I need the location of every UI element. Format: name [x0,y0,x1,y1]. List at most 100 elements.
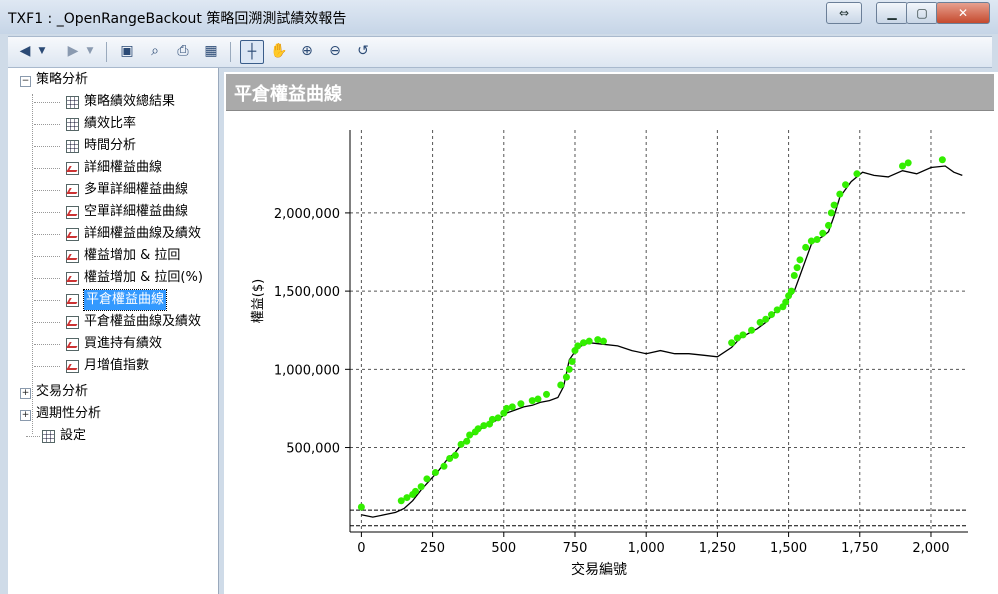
data-point [517,400,525,408]
data-point [585,337,593,345]
data-point [819,229,827,237]
data-point [357,503,365,511]
collapse-icon[interactable]: − [20,76,31,87]
line-chart-icon [66,272,79,285]
equity-line [361,165,963,518]
data-point [451,451,459,459]
maximize-button[interactable]: ▢ [906,2,938,24]
line-chart-icon [66,206,79,219]
line-chart-icon [66,184,79,197]
forward-icon[interactable]: ▶ [62,40,84,62]
line-chart-icon [66,338,79,351]
minimize-button[interactable]: ▁ [876,2,908,24]
grid-icon [66,96,79,109]
back-icon[interactable]: ◀ [14,40,36,62]
data-point [565,365,573,373]
equity-chart[interactable]: 0 250 500 750 1,000 1,250 1,500 1,750 2,000 500,0… [224,72,998,594]
data-point [938,156,946,164]
tree-item[interactable]: 平倉權益曲線 [82,289,168,311]
data-point [782,298,790,306]
data-point [534,395,542,403]
reset-icon[interactable]: ↺ [352,40,374,62]
zoom-out-icon[interactable]: ⊖ [324,40,346,62]
tree-item[interactable]: 多單詳細權益曲線 [84,180,188,200]
tree-root-periodic-analysis[interactable]: 週期性分析 [36,404,101,424]
line-chart-icon [66,228,79,241]
tree-item[interactable]: 時間分析 [84,136,136,156]
tree-item[interactable]: 績效比率 [84,114,136,134]
data-point [440,462,448,470]
data-point [557,381,565,389]
data-point [599,337,607,345]
x-tick-label: 1,250 [699,541,736,556]
data-point [494,414,502,422]
hand-icon[interactable]: ✋ [268,40,290,62]
x-tick-label: 1,750 [841,541,878,556]
restore-arrows-icon[interactable]: ⇔ [826,2,862,24]
data-point [431,469,439,477]
data-point [767,311,775,319]
tree-item[interactable]: 策略績效總結果 [84,92,175,112]
tree-root-settings[interactable]: 設定 [60,426,86,446]
report-window: TXF1 : _OpenRangeBackout 策略回溯測試績效報告 ⇔ ▁ … [0,0,998,594]
window-title: TXF1 : _OpenRangeBackout 策略回溯測試績效報告 [8,11,347,27]
tree-item[interactable]: 權益增加 & 拉回(%) [84,268,203,288]
line-chart-icon [66,294,79,307]
data-point [853,170,861,178]
back-dropdown-icon[interactable]: ▼ [36,40,48,62]
tree-item[interactable]: 權益增加 & 拉回 [84,246,180,266]
line-chart-icon [66,360,79,373]
y-tick-label: 1,500,000 [274,285,340,300]
x-tick-label: 500 [491,541,516,556]
grid-icon [42,430,55,443]
x-tick-label: 2,000 [912,541,949,556]
y-tick-label: 2,000,000 [274,207,340,222]
line-chart-icon [66,316,79,329]
y-axis-label: 權益($) [251,279,266,323]
expand-icon[interactable]: + [20,388,31,399]
tree-item[interactable]: 詳細權益曲線 [84,158,162,178]
tree-item[interactable]: 月增值指數 [84,356,149,376]
data-point [762,315,770,323]
data-point [842,181,850,189]
data-point [508,403,516,411]
zoom-in-icon[interactable]: ⊕ [296,40,318,62]
data-point [463,437,471,445]
crosshair-icon[interactable]: ┼ [240,40,264,64]
x-tick-label: 1,000 [628,541,665,556]
navigation-tree: − 策略分析 策略績效總結果 績效比率 時間分析 詳細權益曲線 多單詳細權益曲線 空單詳細… [8,68,219,594]
data-point [739,331,747,339]
data-point [904,159,912,167]
y-tick-label: 500,000 [286,442,340,457]
forward-dropdown-icon[interactable]: ▼ [84,40,96,62]
data-point [824,221,832,229]
x-tick-label: 750 [563,541,588,556]
tree-item[interactable]: 空單詳細權益曲線 [84,202,188,222]
data-point [830,201,838,209]
line-chart-icon [66,250,79,263]
tree-item[interactable]: 詳細權益曲線及績效 [84,224,201,244]
data-point [793,264,801,272]
close-button[interactable]: ✕ [936,2,990,24]
save-icon[interactable]: ▣ [116,40,138,62]
grid-icon [66,140,79,153]
data-point [543,390,551,398]
preview-icon[interactable]: ⌕ [144,40,166,62]
data-point [790,271,798,279]
print-icon[interactable]: ⎙ [172,40,194,62]
line-chart-icon [66,162,79,175]
data-point [787,287,795,295]
data-point [836,190,844,198]
tree-root-strategy-analysis[interactable]: 策略分析 [36,70,88,90]
tree-root-trade-analysis[interactable]: 交易分析 [36,382,88,402]
toolbar: ◀ ▼ ▶ ▼ ▣ ⌕ ⎙ ▦ ┼ ✋ ⊕ ⊖ ↺ [8,36,992,68]
tree-item[interactable]: 買進持有績效 [84,334,162,354]
x-tick-label: 0 [357,541,365,556]
table-icon[interactable]: ▦ [200,40,222,62]
title-bar: TXF1 : _OpenRangeBackout 策略回溯測試績效報告 ⇔ ▁ … [0,0,998,34]
data-point [412,487,420,495]
tree-item[interactable]: 平倉權益曲線及績效 [84,312,201,332]
expand-icon[interactable]: + [20,410,31,421]
data-point [562,373,570,381]
data-point [423,475,431,483]
